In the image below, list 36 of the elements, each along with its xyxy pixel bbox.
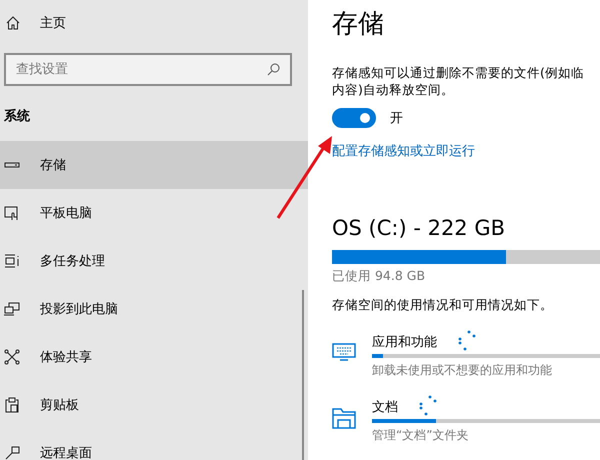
description-text: 存储感知可以通过删除不需要的文件(例如临 xyxy=(332,64,585,81)
share-nodes-icon xyxy=(4,349,20,365)
page-title: 存储 xyxy=(332,8,385,41)
category-description: 管理“文档”文件夹 xyxy=(372,427,470,444)
sidebar-item[interactable]: 平板电脑 xyxy=(0,189,308,237)
configure-link[interactable]: 配置存储感知或立即运行 xyxy=(332,142,475,160)
section-heading: 系统 xyxy=(3,108,31,126)
folder-icon xyxy=(332,407,356,429)
home-link[interactable]: 主页 xyxy=(0,0,308,34)
projector-screen-icon xyxy=(4,301,20,317)
loading-spinner-icon xyxy=(457,330,477,352)
search-icon xyxy=(267,63,280,76)
used-space-text: 已使用 94.8 GB xyxy=(332,268,426,285)
category-description: 卸载未使用或不想要的应用和功能 xyxy=(372,362,553,379)
sidebar-item[interactable]: 多任务处理 xyxy=(0,237,308,285)
remote-desktop-icon xyxy=(4,445,20,460)
keyboard-monitor-icon xyxy=(332,342,356,362)
sidebar-item[interactable]: 体验共享 xyxy=(0,333,308,381)
tablet-touch-icon xyxy=(4,205,20,221)
scrollbar[interactable] xyxy=(302,290,304,460)
multitask-icon xyxy=(4,253,20,269)
home-icon xyxy=(6,16,20,30)
drive-title: OS (C:) - 222 GB xyxy=(332,216,506,240)
toggle-switch[interactable] xyxy=(332,108,376,128)
clipboard-icon xyxy=(4,397,20,413)
search-field[interactable]: 查找设置 xyxy=(4,53,292,86)
category-title[interactable]: 文档 xyxy=(372,395,398,416)
loading-spinner-icon xyxy=(418,395,438,417)
sidebar-item[interactable]: 存储 xyxy=(0,141,308,189)
description-text: 内容)自动释放空间。 xyxy=(332,81,455,98)
summary-text: 存储空间的使用情况和可用情况如下。 xyxy=(332,297,554,314)
sidebar-item[interactable]: 投影到此电脑 xyxy=(0,285,308,333)
toggle-label: 开 xyxy=(390,110,403,127)
sidebar-item[interactable]: 剪贴板 xyxy=(0,381,308,429)
sidebar-item[interactable]: 远程桌面 xyxy=(0,429,308,460)
category-title[interactable]: 应用和功能 xyxy=(372,330,437,351)
